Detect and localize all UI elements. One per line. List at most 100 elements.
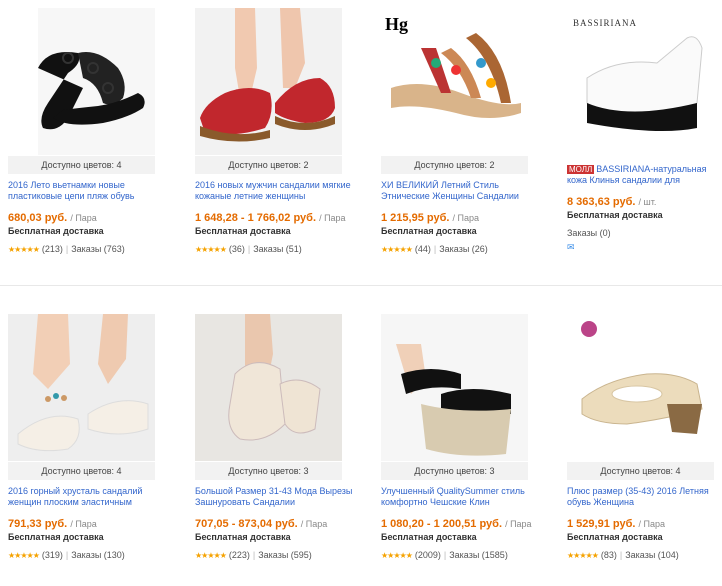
price-unit: / Пара	[638, 519, 665, 529]
row-divider	[0, 285, 722, 286]
product-stats: ★★★★★ (44) | Заказы (26)	[381, 244, 488, 254]
price-unit: / Пара	[319, 213, 346, 223]
product-price: 707,05 - 873,04 руб. / Пара	[195, 518, 327, 530]
price-unit: / Пара	[70, 519, 97, 529]
shipping-label: Бесплатная доставка	[195, 532, 291, 542]
product-card[interactable]: Доступно цветов: 3 Улучшенный QualitySum…	[373, 306, 551, 586]
price-value: 791,33 руб.	[8, 518, 68, 530]
product-card[interactable]: Доступно цветов: 4 2016 Лето вьетнамки н…	[0, 0, 178, 280]
price-value: 1 215,95 руб.	[381, 212, 450, 224]
espadrille-wedge-image	[381, 314, 528, 461]
price-unit: / шт.	[638, 197, 657, 207]
review-count[interactable]: (223)	[229, 550, 250, 560]
product-image[interactable]	[8, 8, 155, 155]
orders-count: Заказы (0)	[567, 228, 611, 238]
price-unit: / Пара	[70, 213, 97, 223]
orders-count: Заказы (763)	[71, 244, 125, 254]
rating-stars-icon: ★★★★★	[381, 551, 413, 560]
review-count[interactable]: (36)	[229, 244, 245, 254]
product-price: 680,03 руб. / Пара	[8, 212, 97, 224]
review-count[interactable]: (213)	[42, 244, 63, 254]
colors-available: Доступно цветов: 4	[8, 156, 155, 174]
product-image[interactable]	[567, 314, 714, 461]
review-count[interactable]: (83)	[601, 550, 617, 560]
rhinestone-sandal-image	[8, 314, 155, 461]
rating-stars-icon: ★★★★★	[195, 551, 227, 560]
colors-available: Доступно цветов: 3	[381, 462, 528, 480]
price-value: 707,05 - 873,04 руб.	[195, 518, 298, 530]
rating-stars-icon: ★★★★★	[8, 245, 40, 254]
product-image[interactable]: BASSIRIANA	[567, 8, 714, 155]
black-sandal-image	[8, 8, 155, 155]
product-image[interactable]: Hg	[381, 8, 528, 155]
product-price: 1 648,28 - 1 766,02 руб. / Пара	[195, 212, 346, 224]
product-image[interactable]	[381, 314, 528, 461]
product-price: 1 529,91 руб. / Пара	[567, 518, 665, 530]
beige-wedge-shoe-image	[567, 314, 714, 461]
product-price: 1 215,95 руб. / Пара	[381, 212, 479, 224]
orders-count: Заказы (104)	[625, 550, 679, 560]
price-unit: / Пара	[452, 213, 479, 223]
wishlist-icon[interactable]: ✉	[567, 242, 575, 253]
product-card[interactable]: Доступно цветов: 4 2016 горный хрусталь …	[0, 306, 178, 586]
product-price: 1 080,20 - 1 200,51 руб. / Пара	[381, 518, 532, 530]
orders-count: Заказы (130)	[71, 550, 125, 560]
product-title[interactable]: 2016 Лето вьетнамки новые пластиковые це…	[8, 180, 173, 202]
orders-count: Заказы (595)	[258, 550, 312, 560]
product-grid: Доступно цветов: 4 2016 Лето вьетнамки н…	[0, 0, 722, 567]
price-value: 8 363,63 руб.	[567, 196, 636, 208]
wedge-sandal-image	[567, 8, 714, 155]
price-value: 1 080,20 - 1 200,51 руб.	[381, 518, 503, 530]
product-image[interactable]	[195, 314, 342, 461]
colors-available: Доступно цветов: 3	[195, 462, 342, 480]
rating-stars-icon: ★★★★★	[381, 245, 413, 254]
orders-count: Заказы (1585)	[449, 550, 508, 560]
price-unit: / Пара	[300, 519, 328, 529]
product-stats: ★★★★★ (223) | Заказы (595)	[195, 550, 312, 560]
shipping-label: Бесплатная доставка	[567, 532, 663, 542]
review-count[interactable]: (44)	[415, 244, 431, 254]
red-sandal-image	[195, 8, 342, 155]
product-image[interactable]	[8, 314, 155, 461]
brand-name: BASSIRIANA	[573, 18, 638, 28]
price-unit: / Пара	[505, 519, 532, 529]
product-card[interactable]: Доступно цветов: 4 Плюс размер (35-43) 2…	[559, 306, 722, 586]
shipping-label: Бесплатная доставка	[381, 532, 477, 542]
rating-stars-icon: ★★★★★	[195, 245, 227, 254]
product-stats: ★★★★★ (2009) | Заказы (1585)	[381, 550, 508, 560]
product-title[interactable]: МОЛЛ BASSIRIANA-натуральная кожа Клинья с…	[567, 164, 722, 186]
product-card[interactable]: Hg Доступно цветов: 2 ХИ ВЕЛИКИЙ Летний …	[373, 0, 551, 280]
product-price: 8 363,63 руб. / шт.	[567, 196, 656, 208]
product-title[interactable]: Улучшенный QualitySummer стиль комфортно…	[381, 486, 546, 508]
product-image[interactable]	[195, 8, 342, 155]
product-title[interactable]: 2016 горный хрусталь сандалий женщин пло…	[8, 486, 173, 508]
shipping-label: Бесплатная доставка	[381, 226, 477, 236]
product-title[interactable]: ХИ ВЕЛИКИЙ Летний Стиль Этнические Женщи…	[381, 180, 546, 202]
shipping-label: Бесплатная доставка	[8, 532, 104, 542]
product-title[interactable]: Большой Размер 31-43 Мода Вырезы Зашнуро…	[195, 486, 360, 508]
brand-logo: Hg	[385, 14, 409, 34]
product-stats: ★★★★★ (36) | Заказы (51)	[195, 244, 302, 254]
product-title[interactable]: Плюс размер (35-43) 2016 Летняя обувь Же…	[567, 486, 722, 508]
product-stats: ★★★★★ (319) | Заказы (130)	[8, 550, 125, 560]
review-count[interactable]: (2009)	[415, 550, 441, 560]
lace-up-sandal-image	[195, 314, 342, 461]
product-card[interactable]: BASSIRIANA МОЛЛ BASSIRIANA-натуральная ко…	[559, 0, 722, 280]
review-count[interactable]: (319)	[42, 550, 63, 560]
colors-available: Доступно цветов: 2	[195, 156, 342, 174]
rating-stars-icon: ★★★★★	[8, 551, 40, 560]
colors-available: Доступно цветов: 2	[381, 156, 528, 174]
product-card[interactable]: Доступно цветов: 2 2016 новых мужчин сан…	[187, 0, 365, 280]
price-value: 1 648,28 - 1 766,02 руб.	[195, 212, 317, 224]
product-card[interactable]: Доступно цветов: 3 Большой Размер 31-43 …	[187, 306, 365, 586]
colors-available: Доступно цветов: 4	[8, 462, 155, 480]
price-value: 1 529,91 руб.	[567, 518, 636, 530]
shipping-label: Бесплатная доставка	[8, 226, 104, 236]
rating-stars-icon: ★★★★★	[567, 551, 599, 560]
product-price: 791,33 руб. / Пара	[8, 518, 97, 530]
product-stats: ★★★★★ (83) | Заказы (104)	[567, 550, 679, 560]
product-title[interactable]: 2016 новых мужчин сандалии мягкие кожаны…	[195, 180, 360, 202]
price-value: 680,03 руб.	[8, 212, 68, 224]
colors-available: Доступно цветов: 4	[567, 462, 714, 480]
shipping-label: Бесплатная доставка	[567, 210, 663, 220]
